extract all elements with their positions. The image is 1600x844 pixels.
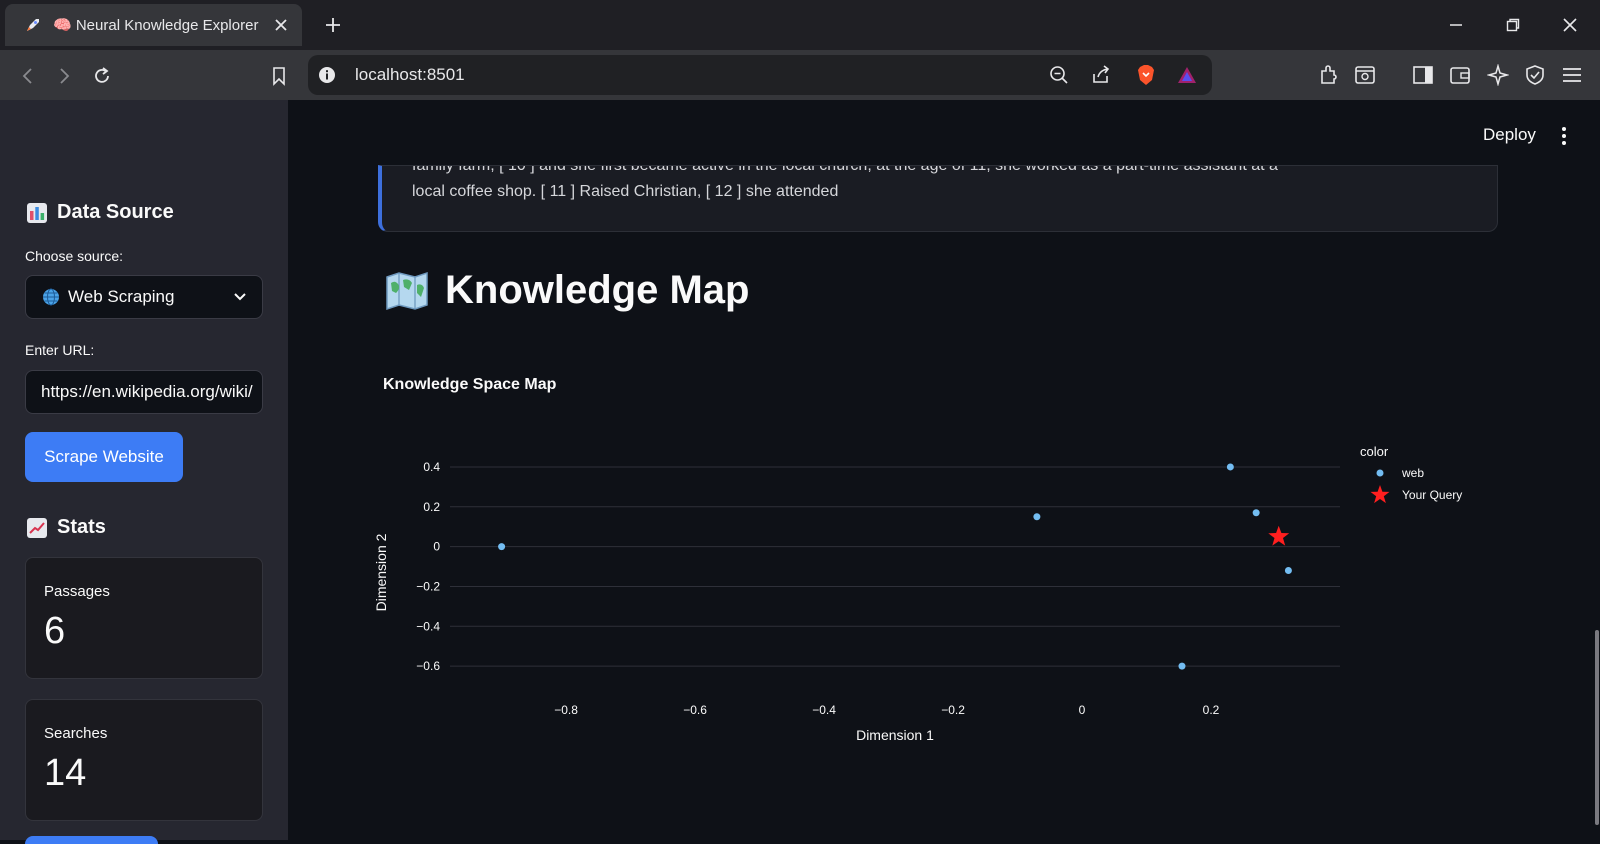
section-title-text: Knowledge Map xyxy=(445,268,750,312)
y-tick-label: −0.4 xyxy=(416,619,440,633)
sidebar-toggle-icon[interactable] xyxy=(1410,62,1436,88)
zoom-out-icon[interactable] xyxy=(1046,62,1072,88)
web-data-point xyxy=(1178,662,1186,670)
legend-label: web xyxy=(1401,466,1424,480)
data-source-heading: Data Source xyxy=(27,201,174,224)
section-title: Knowledge Map xyxy=(385,268,749,313)
web-data-point xyxy=(1284,567,1292,575)
y-tick-label: −0.6 xyxy=(416,659,440,673)
vpn-shield-icon[interactable] xyxy=(1522,62,1548,88)
extensions-icon[interactable] xyxy=(1316,62,1342,88)
x-tick-label: −0.4 xyxy=(812,703,836,717)
forward-icon[interactable] xyxy=(50,62,78,90)
globe-icon xyxy=(42,288,60,306)
chart-title: Knowledge Space Map xyxy=(383,376,557,393)
data-source-heading-text: Data Source xyxy=(57,201,174,223)
site-info-icon[interactable] xyxy=(314,62,340,88)
y-tick-label: 0.4 xyxy=(423,460,440,474)
browser-tab[interactable]: 🧠 Neural Knowledge Explorer xyxy=(5,4,302,46)
brave-shield-icon[interactable] xyxy=(1133,62,1159,88)
web-data-point xyxy=(1033,513,1041,521)
knowledge-space-scatter[interactable]: 0.4 0.2 0 −0.2 −0.4 −0.6 −0.8 −0.6 −0.4 −0.2 0 0.2 D… xyxy=(375,440,1535,760)
browser-tab-strip: 🧠 Neural Knowledge Explorer xyxy=(0,0,1600,50)
page-search-icon[interactable] xyxy=(1352,62,1378,88)
brave-rewards-icon[interactable] xyxy=(1174,62,1200,88)
x-tick-label: −0.2 xyxy=(941,703,965,717)
source-select-value: Web Scraping xyxy=(68,287,175,306)
legend-marker-circle xyxy=(1376,469,1384,477)
stats-heading-text: Stats xyxy=(57,516,106,538)
more-options-icon[interactable] xyxy=(1560,126,1568,146)
close-tab-icon[interactable] xyxy=(270,14,292,36)
scrape-website-button[interactable]: Scrape Website xyxy=(25,432,183,482)
stats-heading: Stats xyxy=(27,516,106,539)
y-tick-label: 0.2 xyxy=(423,500,440,514)
web-data-point xyxy=(1252,509,1260,517)
bar-chart-icon xyxy=(27,202,47,223)
chevron-down-icon xyxy=(232,288,248,309)
web-data-point xyxy=(1226,463,1234,471)
metric-passages: Passages 6 xyxy=(25,557,263,679)
y-tick-label: −0.2 xyxy=(416,579,440,593)
trend-chart-icon xyxy=(27,517,47,538)
query-star-point xyxy=(1268,525,1290,546)
x-tick-label: −0.6 xyxy=(683,703,707,717)
back-icon[interactable] xyxy=(14,62,42,90)
wallet-icon[interactable] xyxy=(1447,62,1473,88)
y-axis-label: Dimension 2 xyxy=(375,533,389,611)
menu-icon[interactable] xyxy=(1559,62,1585,88)
choose-source-label: Choose source: xyxy=(25,248,124,264)
legend-title: color xyxy=(1360,444,1389,459)
share-icon[interactable] xyxy=(1088,62,1114,88)
source-select[interactable]: Web Scraping xyxy=(25,275,263,319)
metric-label: Passages xyxy=(44,583,110,600)
x-tick-label: −0.8 xyxy=(554,703,578,717)
rocket-icon xyxy=(23,15,43,35)
y-tick-label: 0 xyxy=(433,540,440,554)
web-data-point xyxy=(498,543,506,551)
metric-value: 14 xyxy=(44,752,87,794)
close-window-icon[interactable] xyxy=(1548,8,1592,42)
minimize-icon[interactable] xyxy=(1434,8,1478,42)
passage-text: local coffee shop. [ 11 ] Raised Christi… xyxy=(412,183,839,200)
tab-title: 🧠 Neural Knowledge Explorer xyxy=(53,17,259,34)
address-bar[interactable]: localhost:8501 xyxy=(308,55,1212,95)
deploy-button[interactable]: Deploy xyxy=(1483,125,1536,145)
restore-icon[interactable] xyxy=(1491,8,1535,42)
sidebar-button-partial[interactable] xyxy=(25,836,158,844)
url-text: localhost:8501 xyxy=(355,65,465,84)
passage-text-cut: family farm, [ 10 ] and she first became… xyxy=(412,165,1278,174)
metric-searches: Searches 14 xyxy=(25,699,263,821)
metric-value: 6 xyxy=(44,610,66,652)
passage-callout: family farm, [ 10 ] and she first became… xyxy=(378,165,1498,232)
metric-label: Searches xyxy=(44,725,108,742)
reload-icon[interactable] xyxy=(88,62,116,90)
url-input[interactable]: https://en.wikipedia.org/wiki/ xyxy=(25,370,263,414)
x-tick-label: 0 xyxy=(1079,703,1086,717)
x-tick-label: 0.2 xyxy=(1203,703,1220,717)
x-axis-label: Dimension 1 xyxy=(856,727,934,743)
world-map-icon xyxy=(385,271,429,311)
legend-marker-star xyxy=(1370,485,1390,504)
bookmark-icon[interactable] xyxy=(265,62,293,90)
new-tab-icon[interactable] xyxy=(320,12,346,38)
url-field-label: Enter URL: xyxy=(25,342,95,358)
scrollbar-thumb[interactable] xyxy=(1595,630,1599,825)
leo-ai-icon[interactable] xyxy=(1485,62,1511,88)
legend-label: Your Query xyxy=(1402,488,1462,502)
